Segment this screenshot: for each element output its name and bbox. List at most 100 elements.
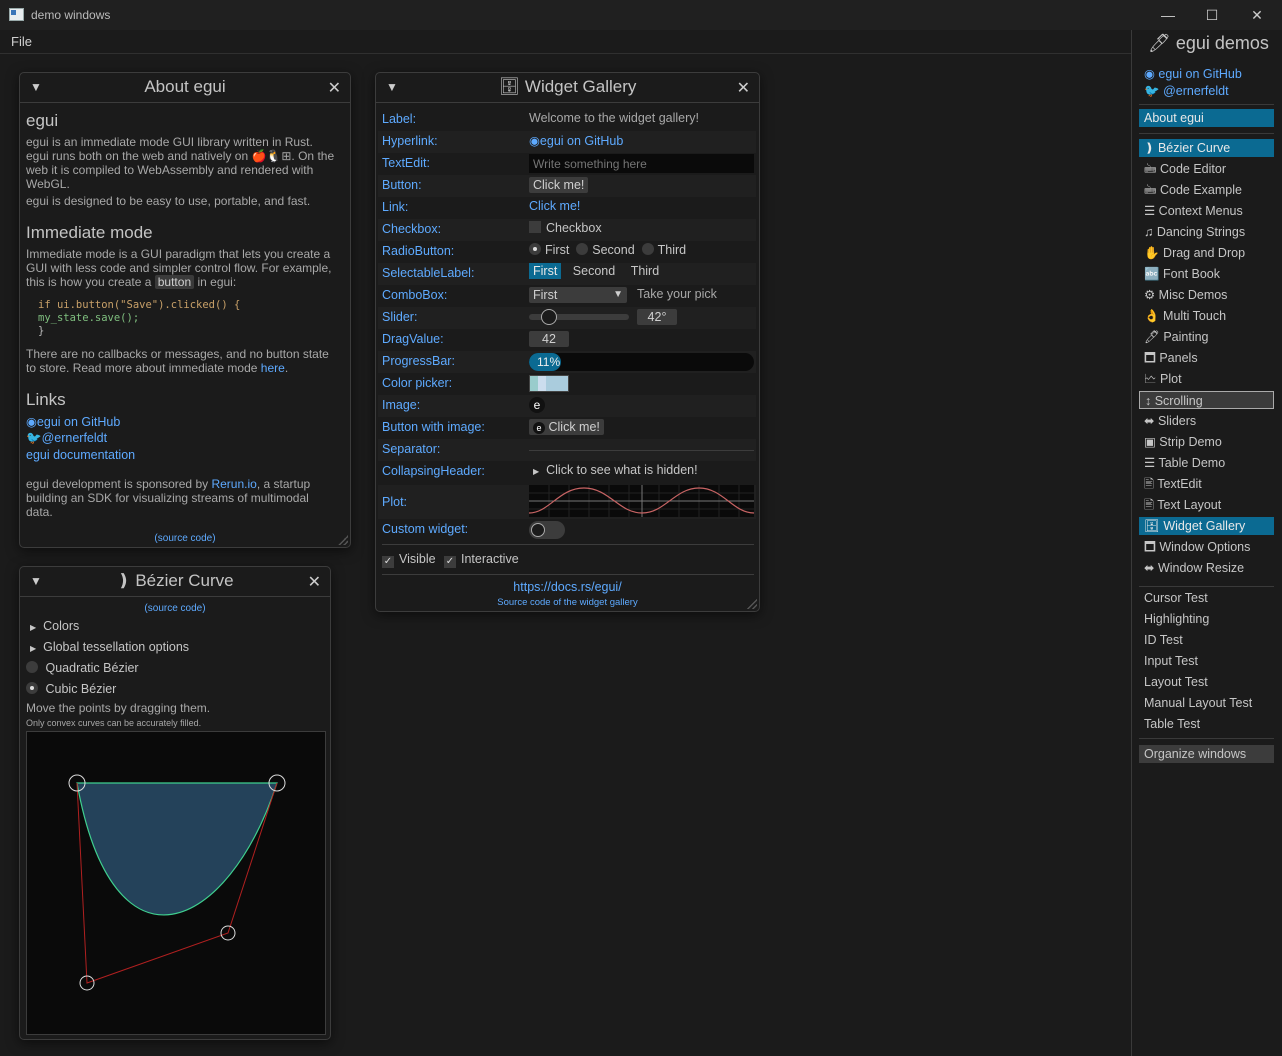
side-demo-item[interactable]: 🖹 TextEdit [1139, 475, 1274, 493]
demo-side-panel: 🖊 egui demos ◉ egui on GitHub 🐦 @ernerfe… [1131, 30, 1282, 1056]
resize-grip[interactable] [338, 535, 348, 545]
bezier-window: ▼ ❫ Bézier Curve ✕ (source code) ▶ Color… [19, 566, 331, 1040]
side-demo-item[interactable]: 🖮 Code Editor [1139, 160, 1274, 178]
about-text: egui runs both on the web and natively o… [26, 149, 335, 163]
colors-collapsing-header[interactable]: ▶ Colors [30, 619, 79, 633]
side-about-egui[interactable]: About egui [1139, 109, 1274, 127]
side-demo-item[interactable]: 🖹 Text Layout [1139, 496, 1274, 514]
selectable-first[interactable]: First [529, 263, 562, 279]
twitter-link[interactable]: 🐦@ernerfeldt [26, 431, 107, 446]
selectable-second[interactable]: Second [565, 263, 623, 279]
collapsing-header[interactable]: ▶ Click to see what is hidden! [533, 463, 698, 477]
side-test-item[interactable]: Highlighting [1139, 610, 1274, 628]
gallery-window-title: 🗄 Widget Gallery [498, 77, 637, 96]
selectable-third[interactable]: Third [627, 263, 663, 279]
close-icon[interactable]: ✕ [737, 78, 750, 98]
side-demo-item[interactable]: ❫ Bézier Curve [1139, 139, 1274, 157]
slider-handle[interactable] [541, 309, 557, 325]
side-demo-item[interactable]: 🖊 Painting [1139, 328, 1274, 346]
gallery-source-link[interactable]: Source code of the widget gallery [376, 597, 759, 608]
drag-value[interactable]: 42 [529, 331, 569, 347]
visible-checkbox[interactable]: ✓ Visible [382, 552, 436, 568]
gallery-row-label: Plot: [382, 495, 408, 509]
custom-toggle[interactable] [529, 521, 565, 539]
side-demo-item[interactable]: 🗖 Panels [1139, 349, 1274, 367]
side-demo-item[interactable]: ▣ Strip Demo [1139, 433, 1274, 451]
about-text: Immediate mode is a GUI paradigm that le… [26, 247, 331, 261]
resize-grip[interactable] [747, 599, 757, 609]
radio-second[interactable]: Second [576, 243, 635, 257]
side-demo-item[interactable]: ⬌ Window Resize [1139, 559, 1274, 577]
triangle-right-icon: ▶ [533, 467, 540, 476]
radio-third[interactable]: Third [641, 243, 686, 257]
gallery-row-label: TextEdit: [382, 156, 430, 170]
bezier-window-header[interactable]: ▼ ❫ Bézier Curve ✕ [20, 567, 330, 597]
side-demo-item[interactable]: 🔤 Font Book [1139, 265, 1274, 283]
tess-label: Global tessellation options [43, 640, 190, 654]
gallery-window-header[interactable]: ▼ 🗄 Widget Gallery ✕ [376, 73, 759, 103]
source-code-link[interactable]: (source code) [20, 533, 350, 544]
side-test-item[interactable]: Table Test [1139, 715, 1274, 733]
image-button[interactable]: e Click me! [529, 419, 604, 435]
gallery-click-me-button[interactable]: Click me! [529, 177, 589, 193]
side-demo-item[interactable]: 🖮 Code Example [1139, 181, 1274, 199]
side-test-item[interactable]: Cursor Test [1139, 589, 1274, 607]
side-test-item[interactable]: ID Test [1139, 631, 1274, 649]
side-test-item[interactable]: Input Test [1139, 652, 1274, 670]
gallery-hyperlink[interactable]: ◉egui on GitHub [529, 133, 623, 148]
maximize-button[interactable]: ☐ [1201, 5, 1223, 25]
gallery-row-label: Button with image: [382, 420, 485, 434]
side-demo-item[interactable]: ⚙ Misc Demos [1139, 286, 1274, 304]
bezier-hint-small: Only convex curves can be accurately fil… [26, 718, 202, 728]
slider-value[interactable]: 42° [637, 309, 677, 325]
close-icon[interactable]: ✕ [308, 572, 321, 592]
side-demo-item[interactable]: ⬌ Sliders [1139, 412, 1274, 430]
gallery-textedit[interactable] [529, 154, 754, 173]
about-text-part: . [284, 361, 289, 375]
side-demo-item[interactable]: 🗖 Window Options [1139, 538, 1274, 556]
here-link[interactable]: here [261, 361, 285, 375]
source-code-link[interactable]: (source code) [20, 603, 330, 614]
menu-file[interactable]: File [11, 34, 32, 49]
side-title: 🖊 egui demos [1148, 33, 1269, 53]
about-egui-window: ▼ About egui ✕ egui egui is an immediate… [19, 72, 351, 548]
separator-line [529, 450, 754, 451]
side-demo-item[interactable]: ↕ Scrolling [1139, 391, 1274, 409]
organize-windows-button[interactable]: Organize windows [1139, 745, 1274, 763]
github-link[interactable]: ◉egui on GitHub [26, 414, 120, 429]
close-icon[interactable]: ✕ [328, 78, 341, 98]
docs-link[interactable]: egui documentation [26, 448, 135, 462]
minimize-button[interactable]: — [1157, 5, 1179, 25]
side-demo-item[interactable]: ☰ Context Menus [1139, 202, 1274, 220]
about-window-header[interactable]: ▼ About egui ✕ [20, 73, 350, 103]
gallery-link[interactable]: Click me! [529, 199, 580, 213]
gallery-plot[interactable] [529, 485, 754, 517]
radio-first[interactable]: First [529, 243, 569, 257]
gallery-row-label: Checkbox: [382, 222, 442, 236]
side-demo-item[interactable]: 🗄 Widget Gallery [1139, 517, 1274, 535]
gallery-combobox[interactable]: First ▼ [529, 287, 627, 303]
side-github-link[interactable]: ◉ egui on GitHub [1139, 65, 1274, 83]
color-picker-swatch[interactable] [529, 375, 569, 392]
docs-link[interactable]: https://docs.rs/egui/ [376, 580, 759, 594]
side-demo-item[interactable]: 🗠 Plot [1139, 370, 1274, 388]
cubic-radio[interactable]: Cubic Bézier [26, 682, 116, 696]
twitter-icon: 🐦 [26, 431, 42, 445]
side-demo-item[interactable]: ✋ Drag and Drop [1139, 244, 1274, 262]
side-test-item[interactable]: Layout Test [1139, 673, 1274, 691]
tessellation-collapsing-header[interactable]: ▶ Global tessellation options [30, 640, 189, 654]
about-text: There are no callbacks or messages, and … [26, 347, 329, 361]
quadratic-radio[interactable]: Quadratic Bézier [26, 661, 139, 675]
side-test-item[interactable]: Manual Layout Test [1139, 694, 1274, 712]
side-twitter-link[interactable]: 🐦 @ernerfeldt [1139, 82, 1274, 100]
interactive-checkbox[interactable]: ✓ Interactive [444, 552, 519, 568]
inline-code: button [154, 275, 195, 289]
gallery-checkbox[interactable]: Checkbox [529, 221, 602, 235]
side-demo-item[interactable]: ♫ Dancing Strings [1139, 223, 1274, 241]
sponsor-text: building an SDK for visualizing streams … [26, 491, 309, 505]
bezier-canvas[interactable] [26, 731, 326, 1035]
rerun-link[interactable]: Rerun.io [211, 477, 256, 491]
side-demo-item[interactable]: 👌 Multi Touch [1139, 307, 1274, 325]
side-demo-item[interactable]: ☰ Table Demo [1139, 454, 1274, 472]
close-window-button[interactable]: ✕ [1246, 5, 1268, 25]
